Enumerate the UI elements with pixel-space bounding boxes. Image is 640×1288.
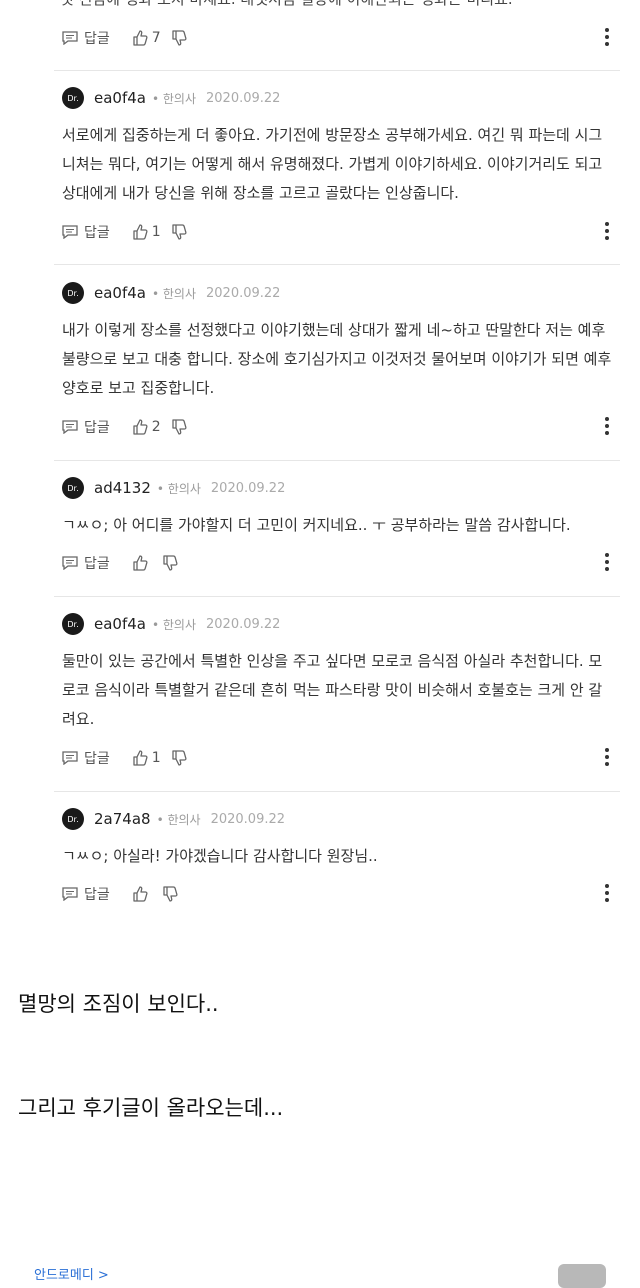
comment-actions: 답글 (62, 551, 618, 575)
avatar: Dr. (62, 282, 84, 304)
username[interactable]: ea0f4a (94, 284, 146, 302)
comment-text: 둘만이 있는 공간에서 특별한 인상을 주고 싶다면 모로코 음식점 아실라 추… (62, 652, 603, 728)
comment-item: Dr. ea0f4a • 한의사 2020.09.22 둘만이 있는 공간에서 … (62, 611, 618, 734)
comment-actions: 답글 2 (62, 415, 618, 439)
like-count: 1 (151, 750, 161, 766)
thumbs-up-icon (133, 750, 148, 766)
more-options-icon[interactable] (604, 417, 610, 437)
thumbs-down-icon (163, 886, 178, 902)
thumbs-up-icon (133, 224, 148, 240)
avatar: Dr. (62, 87, 84, 109)
username[interactable]: ea0f4a (94, 615, 146, 633)
dislike-button[interactable] (171, 419, 187, 435)
thumbs-up-icon (133, 555, 148, 571)
thumbs-up-icon (133, 419, 148, 435)
comment-date: 2020.09.22 (206, 90, 281, 106)
comment-actions: 답글 1 (62, 220, 618, 244)
like-count: 2 (151, 419, 161, 435)
dislike-button[interactable] (162, 555, 178, 571)
username[interactable]: 2a74a8 (94, 810, 151, 828)
comment-item: Dr. ea0f4a • 한의사 2020.09.22 서로에게 집중하는게 더… (62, 85, 618, 208)
reply-label: 답글 (84, 31, 110, 47)
user-role: • 한의사 (151, 286, 196, 301)
divider (54, 791, 620, 792)
reply-label: 답글 (84, 225, 110, 241)
thumbs-up-icon (133, 30, 148, 46)
source-link[interactable]: 안드로메디 > (34, 1264, 109, 1283)
reply-button[interactable]: 답글 (62, 748, 110, 768)
like-button[interactable] (132, 886, 152, 902)
like-button[interactable]: 2 (132, 419, 161, 435)
comment-date: 2020.09.22 (210, 480, 286, 496)
thumbs-down-icon (172, 30, 187, 46)
username[interactable]: ad4132 (94, 479, 151, 497)
scroll-top-button[interactable] (558, 1264, 606, 1288)
comment-actions: 답글 7 (62, 26, 618, 50)
dislike-button[interactable] (162, 886, 178, 902)
dislike-button[interactable] (171, 30, 187, 46)
dislike-button[interactable] (171, 224, 187, 240)
reply-button[interactable]: 답글 (62, 28, 110, 48)
comment-text: ㄱㅆㅇ; 아 어디를 가야할지 더 고민이 커지네요.. ㅜ 공부하라는 말씀 … (62, 516, 571, 534)
more-options-icon[interactable] (604, 748, 610, 768)
avatar: Dr. (62, 808, 84, 830)
reply-button[interactable]: 답글 (62, 553, 110, 573)
reply-icon (62, 420, 78, 434)
thumbs-up-icon (133, 886, 148, 902)
comment-item: Dr. 2a74a8 • 한의사 2020.09.22 ㄱㅆㅇ; 아실라! 가야… (62, 806, 618, 871)
thumbs-down-icon (172, 750, 187, 766)
more-options-icon[interactable] (604, 28, 610, 48)
more-options-icon[interactable] (604, 884, 610, 904)
like-button[interactable] (132, 555, 152, 571)
reply-icon (62, 751, 78, 765)
clipped-comment-text: 것 진짬에 맹화 보지 마세요. 대뎃처럼 밀장에 이해관되는 맹화는 비리죠. (60, 0, 620, 10)
comment-date: 2020.09.22 (206, 616, 281, 632)
thumbs-down-icon (172, 419, 187, 435)
user-role: • 한의사 (156, 812, 201, 827)
comment-date: 2020.09.22 (210, 811, 286, 827)
comment-actions: 답글 1 (62, 746, 618, 770)
divider (54, 596, 620, 597)
comment-actions: 답글 (62, 882, 618, 906)
caption-text: 그리고 후기글이 올라오는데... (18, 1096, 284, 1120)
divider (54, 70, 620, 71)
like-button[interactable]: 1 (132, 224, 161, 240)
like-count: 7 (151, 30, 161, 46)
reply-icon (62, 225, 78, 239)
comment-text: 내가 이렇게 장소를 선정했다고 이야기했는데 상대가 짧게 네~하고 딴말한다… (62, 321, 612, 397)
like-button[interactable]: 1 (132, 750, 161, 766)
like-count: 1 (151, 224, 161, 240)
reply-label: 답글 (84, 556, 110, 572)
reply-icon (62, 887, 78, 901)
comment-text: 서로에게 집중하는게 더 좋아요. 가기전에 방문장소 공부해가세요. 여긴 뭐… (62, 126, 603, 202)
reply-button[interactable]: 답글 (62, 884, 110, 904)
reply-label: 답글 (84, 420, 110, 436)
divider (54, 460, 620, 461)
thumbs-down-icon (163, 555, 178, 571)
user-role: • 한의사 (151, 91, 196, 106)
more-options-icon[interactable] (604, 553, 610, 573)
comment-item: Dr. ad4132 • 한의사 2020.09.22 ㄱㅆㅇ; 아 어디를 가… (62, 475, 618, 540)
comment-item: Dr. ea0f4a • 한의사 2020.09.22 내가 이렇게 장소를 선… (62, 280, 618, 403)
reply-icon (62, 556, 78, 570)
reply-icon (62, 31, 78, 45)
thumbs-down-icon (172, 224, 187, 240)
more-options-icon[interactable] (604, 222, 610, 242)
avatar: Dr. (62, 477, 84, 499)
reply-button[interactable]: 답글 (62, 222, 110, 242)
username[interactable]: ea0f4a (94, 89, 146, 107)
comment-text: ㄱㅆㅇ; 아실라! 가야겠습니다 감사합니다 원장님.. (62, 847, 378, 865)
like-button[interactable]: 7 (132, 30, 161, 46)
reply-button[interactable]: 답글 (62, 417, 110, 437)
user-role: • 한의사 (156, 481, 201, 496)
user-role: • 한의사 (151, 617, 196, 632)
dislike-button[interactable] (171, 750, 187, 766)
divider (54, 264, 620, 265)
avatar: Dr. (62, 613, 84, 635)
reply-label: 답글 (84, 887, 110, 903)
caption-text: 멸망의 조짐이 보인다.. (18, 992, 219, 1016)
reply-label: 답글 (84, 751, 110, 767)
comment-date: 2020.09.22 (206, 285, 281, 301)
